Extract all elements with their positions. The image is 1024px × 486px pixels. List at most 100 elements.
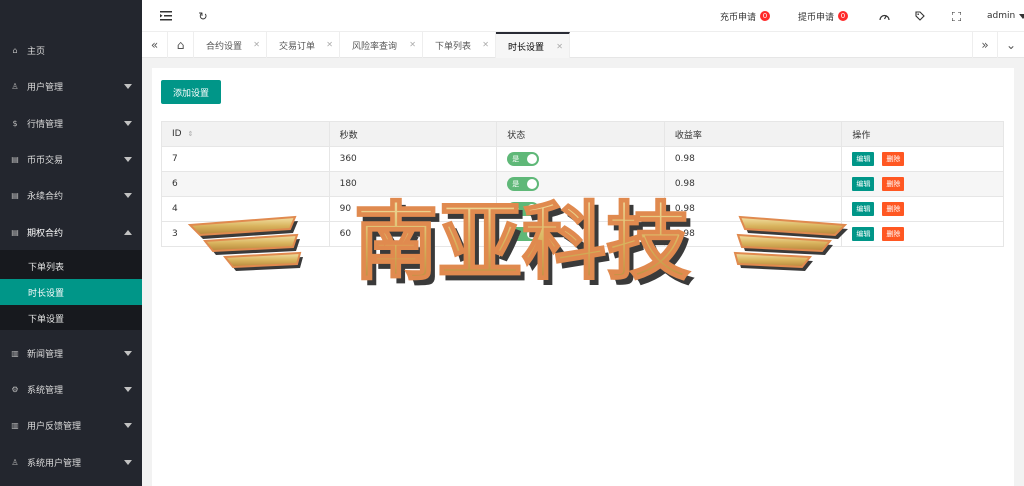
cell-rate: 0.98 (665, 222, 843, 246)
sidebar-item-market[interactable]: $ 行情管理 (0, 105, 142, 141)
chevron-down-icon (124, 423, 132, 428)
sidebar-item-options[interactable]: ▤ 期权合约 (0, 214, 142, 250)
cell-actions: 编辑 删除 (842, 197, 1003, 221)
tab-label: 交易订单 (279, 41, 316, 52)
cell-status: 是 (497, 147, 665, 171)
withdraw-requests-link[interactable]: 提币申请 0 (798, 0, 849, 32)
submenu-item-label: 下单设置 (28, 314, 65, 325)
table-row: 4 90 是 0.98 编辑 删除 (161, 197, 1004, 222)
tab-trade-orders[interactable]: 交易订单 ✕ (267, 32, 340, 58)
submenu-item-duration-settings[interactable]: 时长设置 (0, 279, 142, 305)
tab-label: 时长设置 (508, 42, 545, 53)
sidebar-item-label: 用户管理 (27, 82, 64, 93)
delete-button[interactable]: 删除 (882, 177, 905, 191)
close-icon[interactable]: ✕ (326, 40, 333, 49)
close-icon[interactable]: ✕ (556, 42, 563, 51)
close-icon[interactable]: ✕ (409, 40, 416, 49)
close-icon[interactable]: ✕ (482, 40, 489, 49)
caret-down-icon (1019, 13, 1024, 19)
sort-icon[interactable]: ⇕ (188, 130, 194, 138)
sidebar-item-label: 用户反馈管理 (27, 421, 82, 432)
status-toggle[interactable]: 是 (507, 152, 540, 166)
tab-label: 合约设置 (206, 41, 243, 52)
sidebar-item-perpetual[interactable]: ▤ 永续合约 (0, 177, 142, 213)
tag-icon[interactable] (913, 9, 927, 23)
table-row: 3 60 是 0.98 编辑 删除 (161, 222, 1004, 247)
add-setting-button[interactable]: 添加设置 (161, 80, 221, 104)
close-icon[interactable]: ✕ (253, 40, 260, 49)
tabs-scroll-left-icon[interactable]: « (142, 32, 168, 58)
delete-button[interactable]: 删除 (882, 202, 905, 216)
tabs-scroll-right-icon[interactable]: » (972, 32, 998, 58)
sidebar-item-label: 永续合约 (27, 191, 64, 202)
cell-status: 是 (497, 172, 665, 196)
cell-actions: 编辑 删除 (842, 172, 1003, 196)
tab-label: 风险率查询 (352, 41, 398, 52)
table-row: 7 360 是 0.98 编辑 删除 (161, 147, 1004, 172)
tab-label: 下单列表 (435, 41, 472, 52)
status-toggle[interactable]: 是 (507, 227, 540, 241)
edit-button[interactable]: 编辑 (852, 202, 875, 216)
theme-icon[interactable] (877, 9, 891, 23)
home-tab-icon[interactable]: ⌂ (168, 32, 194, 58)
sidebar-item-news[interactable]: ▥ 新闻管理 (0, 335, 142, 371)
column-header-rate: 收益率 (665, 122, 843, 146)
duration-settings-table: ID ⇕ 秒数 状态 收益率 操作 7 360 是 0.98 编辑 删除 6 18… (161, 121, 1004, 247)
sidebar-item-label: 期权合约 (27, 228, 64, 239)
withdraw-count-badge: 0 (838, 11, 849, 21)
home-icon: ⌂ (12, 45, 18, 55)
cell-status: 是 (497, 197, 665, 221)
sidebar-item-system-users[interactable]: ♙ 系统用户管理 (0, 444, 142, 480)
recharge-count-badge: 0 (760, 11, 771, 21)
sidebar-item-spot[interactable]: ▤ 币币交易 (0, 141, 142, 177)
doc-icon: ▤ (11, 190, 19, 200)
sidebar: ⌂ 主页 ♙ 用户管理 $ 行情管理 ▤ 币币交易 ▤ 永续合约 ▤ 期权合约 … (0, 0, 142, 486)
sidebar-item-label: 币币交易 (27, 155, 64, 166)
chevron-down-icon (124, 193, 132, 198)
chevron-down-icon (124, 387, 132, 392)
menu-toggle-icon[interactable] (159, 9, 173, 23)
gear-icon: ⚙ (11, 384, 19, 394)
tab-contract-settings[interactable]: 合约设置 ✕ (194, 32, 267, 58)
cell-actions: 编辑 删除 (842, 147, 1003, 171)
sidebar-item-user-management[interactable]: ♙ 用户管理 (0, 68, 142, 104)
news-icon: ▥ (11, 348, 19, 358)
options-submenu: 下单列表 时长设置 下单设置 (0, 250, 142, 330)
column-header-id[interactable]: ID ⇕ (162, 122, 330, 146)
fullscreen-icon[interactable] (949, 9, 963, 23)
cell-rate: 0.98 (665, 197, 843, 221)
user-menu[interactable]: admin (987, 0, 1024, 32)
refresh-icon[interactable]: ↻ (196, 9, 210, 23)
tab-risk-query[interactable]: 风险率查询 ✕ (340, 32, 423, 58)
submenu-item-label: 下单列表 (28, 262, 65, 273)
cell-id: 3 (162, 222, 330, 246)
edit-button[interactable]: 编辑 (852, 227, 875, 241)
chevron-down-icon (124, 157, 132, 162)
table-header: ID ⇕ 秒数 状态 收益率 操作 (161, 121, 1004, 147)
submenu-item-order-settings[interactable]: 下单设置 (0, 305, 142, 331)
cell-actions: 编辑 删除 (842, 222, 1003, 246)
delete-button[interactable]: 删除 (882, 152, 905, 166)
sidebar-item-feedback[interactable]: ▥ 用户反馈管理 (0, 407, 142, 443)
cell-status: 是 (497, 222, 665, 246)
tab-duration-settings[interactable]: 时长设置 ✕ (496, 32, 570, 58)
cell-seconds: 360 (330, 147, 498, 171)
tabs-dropdown-icon[interactable]: ⌄ (998, 32, 1024, 58)
status-toggle[interactable]: 是 (507, 177, 540, 191)
doc-icon: ▤ (11, 227, 19, 237)
table-row: 6 180 是 0.98 编辑 删除 (161, 172, 1004, 197)
user-icon: ♙ (11, 457, 19, 467)
edit-button[interactable]: 编辑 (852, 177, 875, 191)
recharge-requests-link[interactable]: 充币申请 0 (720, 0, 771, 32)
recharge-label: 充币申请 (720, 12, 757, 23)
tab-order-list[interactable]: 下单列表 ✕ (423, 32, 496, 58)
status-toggle[interactable]: 是 (507, 202, 540, 216)
sidebar-item-home[interactable]: ⌂ 主页 (0, 32, 142, 68)
submenu-item-order-list[interactable]: 下单列表 (0, 253, 142, 279)
sidebar-item-label: 行情管理 (27, 119, 64, 130)
sidebar-item-system[interactable]: ⚙ 系统管理 (0, 371, 142, 407)
edit-button[interactable]: 编辑 (852, 152, 875, 166)
cell-rate: 0.98 (665, 147, 843, 171)
delete-button[interactable]: 删除 (882, 227, 905, 241)
column-header-actions: 操作 (852, 130, 871, 141)
